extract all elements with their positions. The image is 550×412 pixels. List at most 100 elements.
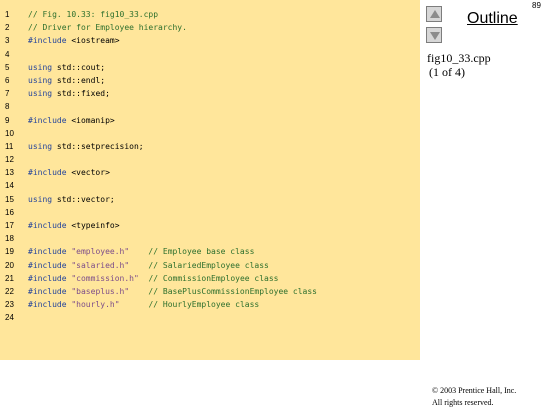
code-token-keyword: #include bbox=[28, 286, 67, 296]
code-token-string: "hourly.h" bbox=[71, 300, 120, 310]
code-token-comment: // Driver for Employee hierarchy. bbox=[28, 23, 187, 33]
code-line: 18 bbox=[0, 232, 420, 245]
code-line: 22 #include "baseplus.h" // BasePlusCommi… bbox=[0, 285, 420, 298]
line-code: using std::setprecision; bbox=[28, 140, 144, 153]
code-token-comment: // SalariedEmployee class bbox=[148, 260, 269, 270]
code-token-text: std::fixed; bbox=[52, 89, 110, 99]
code-line: 1 // Fig. 10.33: fig10_33.cpp bbox=[0, 8, 420, 21]
code-token-text: std::endl; bbox=[52, 75, 106, 85]
code-token-string: "baseplus.h" bbox=[71, 286, 130, 296]
code-lines: 1 // Fig. 10.33: fig10_33.cpp 2 // Driver f… bbox=[0, 8, 420, 325]
line-number: 16 bbox=[5, 207, 14, 217]
line-number: 24 bbox=[5, 313, 14, 323]
line-code: // Driver for Employee hierarchy. bbox=[28, 21, 187, 34]
code-line: 20 #include "salaried.h" // SalariedEmplo… bbox=[0, 259, 420, 272]
code-token-keyword: #include bbox=[28, 273, 67, 283]
code-line: 7 using std::fixed; bbox=[0, 87, 420, 100]
line-code: #include "baseplus.h" // BasePlusCommiss… bbox=[28, 285, 317, 298]
line-number: 7 bbox=[5, 89, 10, 99]
line-number: 22 bbox=[5, 286, 14, 296]
line-code: #include "commission.h" // CommissionEmp… bbox=[28, 272, 278, 285]
line-number: 21 bbox=[5, 273, 14, 283]
line-code: #include <vector> bbox=[28, 166, 110, 179]
code-line: 8 bbox=[0, 100, 420, 113]
code-token-keyword: #include bbox=[28, 260, 67, 270]
line-code: #include <iomanip> bbox=[28, 114, 115, 127]
file-name: fig10_33.cpp bbox=[427, 51, 491, 65]
line-code: using std::cout; bbox=[28, 61, 105, 74]
code-line: 19 #include "employee.h" // Employee base… bbox=[0, 245, 420, 258]
code-token-comment: // CommissionEmployee class bbox=[148, 273, 279, 283]
code-token-keyword: using bbox=[28, 62, 53, 72]
code-line: 2 // Driver for Employee hierarchy. bbox=[0, 21, 420, 34]
code-line: 3 #include <iostream> bbox=[0, 34, 420, 47]
code-token-comment: // HourlyEmployee class bbox=[148, 300, 260, 310]
code-token-comment: // Employee base class bbox=[148, 247, 255, 257]
page-range: (1 of 4) bbox=[429, 65, 465, 79]
line-code: #include "salaried.h" // SalariedEmploye… bbox=[28, 259, 269, 272]
line-number: 10 bbox=[5, 128, 14, 138]
code-token-text: <iomanip> bbox=[66, 115, 115, 125]
line-number: 6 bbox=[5, 75, 10, 85]
line-number: 8 bbox=[5, 102, 10, 112]
code-token-keyword: using bbox=[28, 75, 53, 85]
line-code: #include "hourly.h" // HourlyEmployee cl… bbox=[28, 298, 259, 311]
line-code: using std::vector; bbox=[28, 193, 115, 206]
code-line: 21 #include "commission.h" // CommissionE… bbox=[0, 272, 420, 285]
code-token-keyword: using bbox=[28, 194, 53, 204]
code-token-comment: // BasePlusCommissionEmployee class bbox=[148, 286, 317, 296]
code-line: 12 bbox=[0, 153, 420, 166]
line-number: 1 bbox=[5, 10, 10, 19]
line-number: 12 bbox=[5, 155, 14, 165]
line-number: 17 bbox=[5, 221, 14, 230]
code-line: 9 #include <iomanip> bbox=[0, 114, 420, 127]
code-token-keyword: using bbox=[28, 89, 53, 99]
code-line: 11 using std::setprecision; bbox=[0, 140, 420, 153]
line-number: 14 bbox=[5, 181, 14, 191]
line-number: 20 bbox=[5, 260, 14, 270]
code-line: 24 bbox=[0, 311, 420, 324]
code-token-text: std::cout; bbox=[52, 62, 106, 72]
code-panel: 1 // Fig. 10.33: fig10_33.cpp 2 // Driver f… bbox=[0, 0, 420, 360]
line-code: using std::fixed; bbox=[28, 87, 110, 100]
code-token-comment: // Fig. 10.33: fig10_33.cpp bbox=[28, 10, 159, 19]
line-code: #include <iostream> bbox=[28, 34, 120, 47]
code-line: 4 bbox=[0, 48, 420, 61]
outline-title[interactable]: Outline bbox=[467, 10, 518, 28]
previous-slide-button[interactable] bbox=[426, 6, 442, 22]
code-line: 17 #include <typeinfo> bbox=[0, 219, 420, 232]
line-code: #include "employee.h" // Employee base c… bbox=[28, 245, 254, 258]
line-number: 18 bbox=[5, 234, 14, 244]
code-token-string: "commission.h" bbox=[71, 273, 139, 283]
next-slide-button[interactable] bbox=[426, 27, 442, 43]
code-token-keyword: #include bbox=[28, 115, 67, 125]
code-line: 16 bbox=[0, 206, 420, 219]
line-number: 19 bbox=[5, 247, 14, 257]
page-number: 89 bbox=[532, 1, 541, 10]
code-token-keyword: using bbox=[28, 141, 53, 151]
code-token-keyword: #include bbox=[28, 247, 67, 257]
line-number: 4 bbox=[5, 49, 10, 59]
code-token-string: "employee.h" bbox=[71, 247, 130, 257]
copyright-line-2: All rights reserved. bbox=[432, 398, 494, 407]
code-token-text: <vector> bbox=[66, 168, 110, 178]
code-token-text: std::setprecision; bbox=[52, 141, 144, 151]
triangle-down-icon bbox=[430, 32, 440, 40]
line-number: 3 bbox=[5, 36, 10, 46]
line-number: 2 bbox=[5, 23, 10, 33]
code-line: 10 bbox=[0, 127, 420, 140]
code-line: 23 #include "hourly.h" // HourlyEmployee … bbox=[0, 298, 420, 311]
code-token-text: std::vector; bbox=[52, 194, 115, 204]
code-token-keyword: #include bbox=[28, 36, 67, 46]
code-line: 15 using std::vector; bbox=[0, 193, 420, 206]
code-token-string: "salaried.h" bbox=[71, 260, 130, 270]
line-number: 15 bbox=[5, 194, 14, 204]
code-line: 6 using std::endl; bbox=[0, 74, 420, 87]
code-line: 13 #include <vector> bbox=[0, 166, 420, 179]
code-token-keyword: #include bbox=[28, 168, 67, 178]
code-token-keyword: #include bbox=[28, 300, 67, 310]
